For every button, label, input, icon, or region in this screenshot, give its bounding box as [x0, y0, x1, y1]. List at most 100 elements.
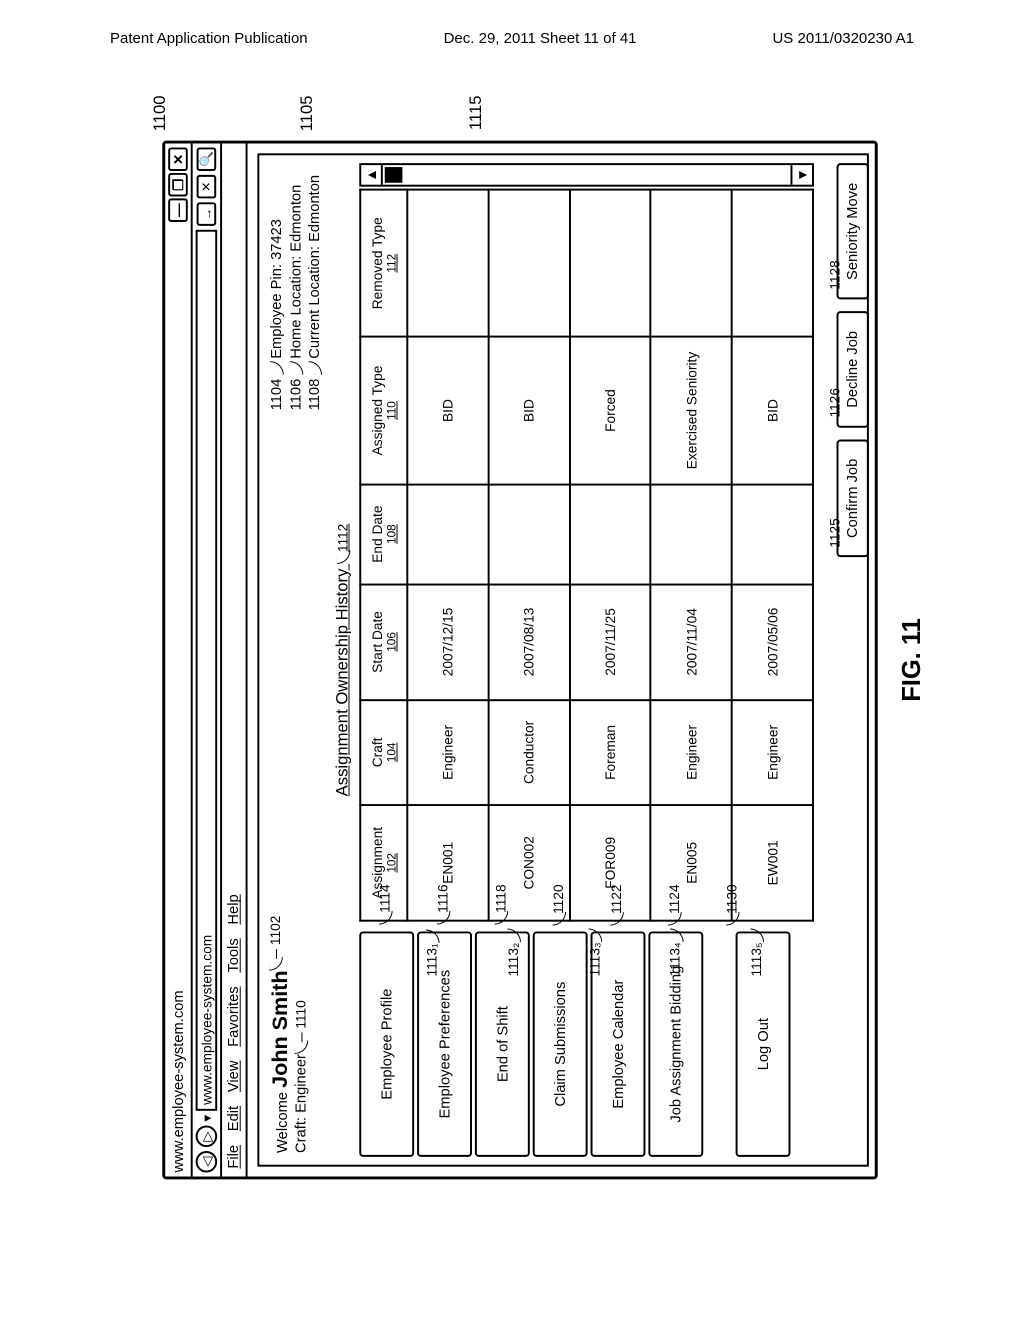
ref-1126: 1126 — [827, 388, 843, 418]
menu-edit[interactable]: Edit — [225, 1106, 243, 1131]
cell-removed — [570, 190, 651, 337]
sidebar-claim-submissions[interactable]: Claim Submissions — [533, 931, 588, 1156]
col-removed-type: Removed Type112 — [360, 190, 407, 337]
ref-1128: 1128 — [827, 260, 843, 290]
cell-end — [732, 484, 813, 584]
search-icon[interactable]: 🔍 — [197, 147, 217, 171]
scroll-down-icon[interactable]: ▼ — [790, 165, 812, 185]
cell-assignment: FOR0091113₃ — [570, 805, 651, 921]
ref-1102: 1102 — [267, 916, 283, 971]
sheet-label: Dec. 29, 2011 Sheet 11 of 41 — [444, 30, 637, 47]
browser-window: www.employee-system.com — ❐ ✕ ◁ ▷ ▾ www.… — [162, 141, 877, 1180]
sidebar-end-of-shift[interactable]: End of Shift — [475, 931, 530, 1156]
sidebar-employee-profile[interactable]: Employee Profile — [359, 931, 414, 1156]
url-field[interactable]: www.employee-system.com — [196, 230, 218, 1111]
address-bar: ◁ ▷ ▾ www.employee-system.com → ✕ 🔍 — [193, 144, 222, 1177]
craft-label: Craft: — [293, 1117, 310, 1153]
cell-start: 2007/12/15 — [407, 584, 488, 700]
cell-assigned: BID — [732, 337, 813, 484]
menu-file[interactable]: File — [225, 1145, 243, 1169]
table-row[interactable]: EW0011113₅Engineer2007/05/06 BID — [732, 190, 813, 921]
scroll-up-icon[interactable]: ▲ — [361, 165, 383, 185]
pubnum-label: US 2011/0320230 A1 — [772, 30, 914, 47]
cell-start: 2007/05/06 — [732, 584, 813, 700]
ref-row-3: 1113₄ — [667, 931, 683, 977]
table-row[interactable]: FOR0091113₃Foreman2007/11/25Forced — [570, 190, 651, 921]
col-assigned-type: Assigned Type110 — [360, 337, 407, 484]
table-row[interactable]: CON0021113₂Conductor2007/08/13 BID — [488, 190, 569, 921]
title-bar: www.employee-system.com — ❐ ✕ — [165, 144, 192, 1177]
figure-caption: FIG. 11 — [896, 618, 926, 702]
cell-end — [407, 484, 488, 584]
employee-name: John Smith — [267, 970, 292, 1087]
scrollbar[interactable]: ▲ ▼ — [359, 163, 814, 187]
col-start-date: Start Date106 — [360, 584, 407, 700]
url-dropdown-icon[interactable]: ▾ — [198, 1115, 215, 1122]
curr-value: Edmonton — [306, 175, 323, 242]
cell-removed — [488, 190, 569, 337]
cell-assigned: BID — [488, 337, 569, 484]
cell-assigned: Forced — [570, 337, 651, 484]
curr-label: Current Location: — [306, 246, 323, 359]
welcome-prefix: Welcome — [274, 1092, 291, 1153]
cell-removed — [732, 190, 813, 337]
back-icon[interactable]: ◁ — [196, 1151, 218, 1173]
cell-assignment: EW0011113₅ — [732, 805, 813, 921]
cell-craft: Engineer — [651, 700, 732, 805]
ref-row-2: 1113₃ — [586, 931, 602, 977]
cell-removed — [651, 190, 732, 337]
ref-1125: 1125 — [827, 518, 843, 548]
ref-1104: 1104 — [268, 379, 285, 411]
col-assignment: Assignment102 — [360, 805, 407, 921]
welcome-block: Welcome John Smith 1102 Craft: Engineer — [267, 970, 324, 1152]
ref-1108: 1108 — [306, 379, 323, 411]
scroll-thumb[interactable] — [385, 167, 403, 183]
pin-value: 37423 — [268, 219, 285, 260]
minimize-icon[interactable]: — — [168, 198, 188, 222]
cell-assignment: EN0051113₄ — [651, 805, 732, 921]
ref-1112: 1112 — [334, 524, 350, 564]
ref-1115: 1115 — [466, 96, 486, 131]
cell-end — [570, 484, 651, 584]
cell-assignment: CON0021113₂ — [488, 805, 569, 921]
ref-row-0: 1113₁ — [424, 932, 440, 977]
ref-1110: 1110 — [293, 1000, 309, 1054]
maximize-icon[interactable]: ❐ — [168, 173, 188, 197]
menu-view[interactable]: View — [225, 1061, 243, 1093]
craft-value: Engineer — [293, 1054, 310, 1113]
window-title: www.employee-system.com — [170, 222, 187, 1173]
action-row: 1125 Confirm Job 1126 Decline Job 1128 S… — [844, 163, 861, 1157]
menu-tools[interactable]: Tools — [225, 938, 243, 972]
col-craft: Craft104 — [360, 700, 407, 805]
menu-favorites[interactable]: Favorites — [225, 986, 243, 1046]
cell-craft: Engineer — [732, 700, 813, 805]
addr-close-icon[interactable]: ✕ — [197, 175, 217, 199]
close-icon[interactable]: ✕ — [168, 147, 188, 171]
col-end-date: End Date108 — [360, 484, 407, 584]
forward-icon[interactable]: ▷ — [196, 1126, 218, 1148]
table-row[interactable]: EN0011113₁Engineer2007/12/15 BID — [407, 190, 488, 921]
ref-1100: 1100 — [151, 96, 171, 132]
table-row[interactable]: EN0051113₄Engineer2007/11/04Exercised Se… — [651, 190, 732, 921]
cell-start: 2007/11/25 — [570, 584, 651, 700]
pub-label: Patent Application Publication — [110, 30, 308, 47]
cell-start: 2007/08/13 — [488, 584, 569, 700]
ref-row-4: 1113₅ — [749, 931, 765, 977]
ref-row-1: 1113₂ — [505, 931, 521, 977]
cell-end — [651, 484, 732, 584]
ref-1106: 1106 — [287, 379, 304, 411]
cell-assigned: BID — [407, 337, 488, 484]
menu-help[interactable]: Help — [225, 894, 243, 924]
section-title: Assignment Ownership History — [332, 569, 351, 797]
home-value: Edmonton — [287, 185, 304, 252]
cell-craft: Engineer — [407, 700, 488, 805]
home-label: Home Location: — [287, 256, 304, 359]
ref-1105: 1105 — [298, 96, 318, 132]
cell-assignment: EN0011113₁ — [407, 805, 488, 921]
cell-start: 2007/11/04 — [651, 584, 732, 700]
content-panel: Welcome John Smith 1102 Craft: Engineer — [257, 153, 869, 1166]
employee-info: 1104 Employee Pin: 37423 1106 Home Locat… — [267, 167, 324, 410]
pin-label: Employee Pin: — [268, 264, 285, 359]
cell-craft: Conductor — [488, 700, 569, 805]
go-icon[interactable]: → — [197, 202, 217, 226]
